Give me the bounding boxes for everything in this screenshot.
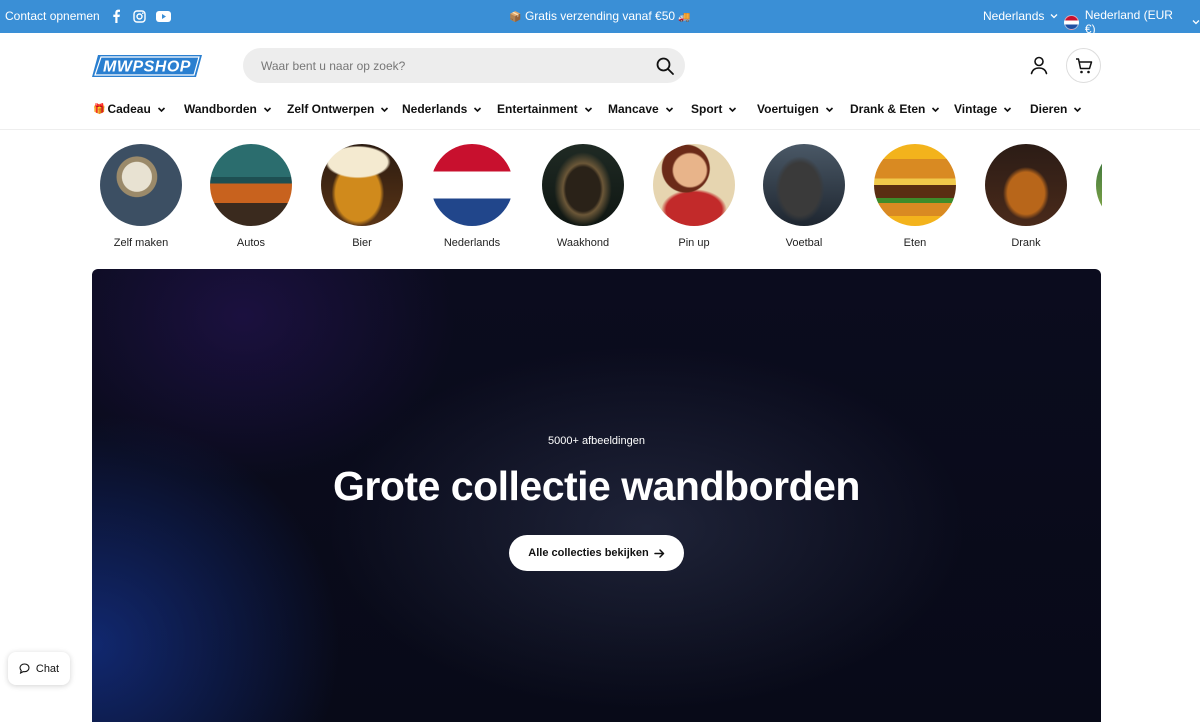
view-all-collections-button[interactable]: Alle collecties bekijken	[509, 535, 684, 571]
football-boot-image	[763, 144, 845, 226]
orange-car-image	[210, 144, 292, 226]
nav-divider	[0, 129, 1200, 130]
nav-item-vintage[interactable]: Vintage	[954, 102, 1012, 116]
category-autos[interactable]: Autos	[201, 143, 301, 249]
chat-bubble-icon	[19, 663, 30, 674]
search-icon[interactable]	[655, 56, 675, 76]
nav-item-label: Zelf Ontwerpen	[287, 102, 375, 116]
nav-item-entertainment[interactable]: Entertainment	[497, 102, 593, 116]
guard-dog-image	[542, 144, 624, 226]
cta-label: Alle collecties bekijken	[528, 547, 649, 559]
box-icon: 📦	[509, 12, 522, 23]
country-selector[interactable]: Nederland (EUR €)	[1064, 8, 1200, 36]
nav-item-mancave[interactable]: Mancave	[608, 102, 674, 116]
nav-item-voertuigen[interactable]: Voertuigen	[757, 102, 834, 116]
youtube-icon[interactable]	[155, 8, 171, 24]
nav-item-cadeau[interactable]: 🎁 Cadeau	[93, 102, 166, 116]
truck-icon: 🚚	[678, 12, 691, 23]
hero-title: Grote collectie wandborden	[333, 463, 860, 509]
language-label: Nederlands	[983, 9, 1045, 23]
chevron-down-icon	[263, 106, 271, 112]
category-label: Nederlands	[443, 237, 501, 249]
netherlands-flag-icon	[1064, 14, 1079, 30]
main-navigation: 🎁 Cadeau Wandborden Zelf Ontwerpen Neder…	[0, 96, 1200, 122]
chevron-down-icon	[665, 106, 673, 112]
dutch-flag-image	[431, 144, 513, 226]
logo-text: MWPSHOP	[103, 59, 191, 76]
nav-item-label: Entertainment	[497, 102, 578, 116]
chevron-down-icon	[1004, 106, 1012, 112]
category-next-partial[interactable]	[1087, 143, 1102, 226]
nav-item-label: Voertuigen	[757, 102, 819, 116]
category-label: Voetbal	[785, 237, 823, 249]
facebook-icon[interactable]	[108, 8, 124, 24]
chevron-down-icon	[1074, 106, 1082, 112]
announcement-text: Gratis verzending vanaf €50	[524, 9, 676, 23]
category-pin-up[interactable]: Pin up	[644, 143, 744, 249]
burger-image	[874, 144, 956, 226]
nav-item-label: Cadeau	[107, 102, 151, 116]
category-eten[interactable]: Eten	[865, 143, 965, 249]
account-icon[interactable]	[1029, 55, 1049, 75]
category-nederlands[interactable]: Nederlands	[422, 143, 522, 249]
pin-up-image	[653, 144, 735, 226]
category-voetbal[interactable]: Voetbal	[754, 143, 854, 249]
chat-button[interactable]: Chat	[8, 652, 70, 685]
nav-item-wandborden[interactable]: Wandborden	[184, 102, 272, 116]
category-drank[interactable]: Drank	[976, 143, 1076, 249]
chevron-down-icon	[825, 106, 833, 112]
category-label: Drank	[1011, 237, 1041, 249]
category-label: Eten	[903, 237, 927, 249]
hero-banner: 5000+ afbeeldingen Grote collectie wandb…	[92, 269, 1101, 722]
category-waakhond[interactable]: Waakhond	[533, 143, 633, 249]
cart-icon	[1075, 57, 1092, 73]
nav-item-label: Dieren	[1030, 102, 1068, 116]
whisky-glass-image	[985, 144, 1067, 226]
search-bar	[243, 48, 685, 83]
chevron-down-icon	[584, 106, 592, 112]
chevron-down-icon	[1192, 20, 1200, 25]
category-label: Bier	[352, 237, 372, 249]
category-label: Zelf maken	[113, 237, 169, 249]
chat-label: Chat	[35, 662, 60, 675]
category-bier[interactable]: Bier	[312, 143, 412, 249]
category-zelf-maken[interactable]: Zelf maken	[92, 143, 191, 249]
beer-mug-image	[321, 144, 403, 226]
language-selector[interactable]: Nederlands	[983, 9, 1058, 23]
gift-icon: 🎁	[93, 103, 106, 115]
nav-item-label: Vintage	[954, 102, 998, 116]
nav-item-sport[interactable]: Sport	[691, 102, 737, 116]
nav-item-zelf-ontwerpen[interactable]: Zelf Ontwerpen	[287, 102, 389, 116]
nav-item-label: Drank & Eten	[850, 102, 926, 116]
chevron-down-icon	[157, 106, 165, 112]
category-label: Waakhond	[556, 237, 610, 249]
chevron-down-icon	[729, 106, 737, 112]
category-carousel: Zelf maken Autos Bier Nederlands Waakhon…	[92, 143, 1102, 253]
country-label: Nederland (EUR €)	[1084, 8, 1173, 36]
partial-category-image	[1096, 144, 1102, 226]
search-input[interactable]	[243, 48, 643, 83]
paint-bucket-image	[100, 144, 182, 226]
arrow-right-icon	[653, 548, 664, 558]
announcement-bar: Contact opnemen 📦 Gratis verzending vana…	[0, 0, 1200, 36]
nav-item-label: Mancave	[608, 102, 659, 116]
chevron-down-icon	[381, 106, 389, 112]
nav-item-dieren[interactable]: Dieren	[1030, 102, 1082, 116]
chevron-down-icon	[1050, 14, 1058, 19]
category-label: Autos	[236, 237, 266, 249]
nav-item-label: Sport	[691, 102, 723, 116]
site-logo[interactable]: MWPSHOP	[92, 55, 202, 77]
nav-item-label: Wandborden	[184, 102, 257, 116]
nav-item-label: Nederlands	[402, 102, 468, 116]
nav-item-drank-eten[interactable]: Drank & Eten	[850, 102, 940, 116]
chevron-down-icon	[474, 106, 482, 112]
chevron-down-icon	[932, 106, 940, 112]
instagram-icon[interactable]	[131, 8, 147, 24]
nav-item-nederlands[interactable]: Nederlands	[402, 102, 482, 116]
hero-eyebrow: 5000+ afbeeldingen	[548, 435, 645, 447]
category-label: Pin up	[678, 237, 710, 249]
cart-button[interactable]	[1066, 48, 1101, 83]
contact-link[interactable]: Contact opnemen	[5, 9, 100, 23]
